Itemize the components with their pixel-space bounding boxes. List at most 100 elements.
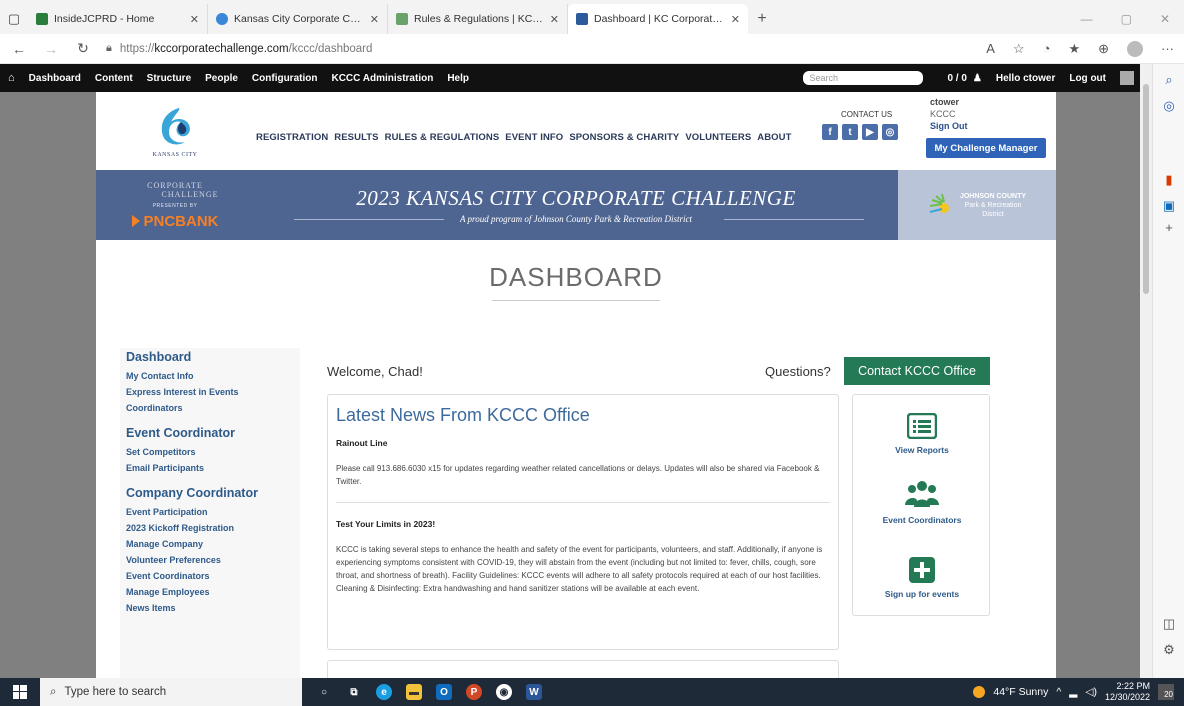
browser-tab-1[interactable]: Kansas City Corporate Challenge ✕ [208, 4, 388, 34]
site-logo[interactable]: KANSAS CITY CORPORATE CHALLENGE PRESENTE… [96, 92, 254, 240]
presented-by: PRESENTED BY [152, 202, 198, 209]
sidebar-item-kickoff-registration[interactable]: 2023 Kickoff Registration [126, 520, 300, 536]
add-app-icon[interactable]: + [1161, 220, 1177, 236]
sidebar-item-event-coordinators[interactable]: Event Coordinators [126, 568, 300, 584]
nav-registration[interactable]: REGISTRATION [256, 132, 328, 143]
admin-search-input[interactable]: Search [803, 71, 924, 85]
sidebar-item-my-contact-info[interactable]: My Contact Info [126, 368, 300, 384]
search-icon[interactable]: ⌕ [1161, 72, 1177, 88]
close-icon[interactable]: ✕ [731, 13, 740, 26]
nav-volunteers[interactable]: VOLUNTEERS [685, 132, 751, 143]
windows-start-icon[interactable] [0, 678, 40, 706]
admin-configuration[interactable]: Configuration [252, 73, 318, 84]
facebook-icon[interactable]: f [822, 124, 838, 140]
contact-kccc-office-button[interactable]: Contact KCCC Office [844, 357, 990, 385]
nav-results[interactable]: RESULTS [334, 132, 378, 143]
scrollbar-thumb[interactable] [1143, 84, 1149, 294]
sidebar-item-express-interest[interactable]: Express Interest in Events [126, 384, 300, 400]
more-icon[interactable]: ··· [1161, 41, 1174, 56]
nav-event-info[interactable]: EVENT INFO [505, 132, 563, 143]
word-icon[interactable]: W [526, 684, 542, 700]
file-explorer-icon[interactable]: ▬ [406, 684, 422, 700]
read-aloud-icon[interactable]: A [986, 41, 995, 56]
jcprd-logo[interactable]: JOHNSON COUNTY Park & Recreation Distric… [898, 170, 1056, 240]
admin-people[interactable]: People [205, 73, 238, 84]
sign-out-link[interactable]: Sign Out [930, 120, 968, 132]
sidebar-item-news-items[interactable]: News Items [126, 600, 300, 616]
tab-title: Dashboard | KC Corporate Challenge [594, 13, 725, 25]
home-icon[interactable]: ⌂ [8, 72, 15, 84]
close-icon[interactable]: ✕ [190, 13, 199, 26]
logo-top: KANSAS CITY [96, 92, 254, 170]
nav-sponsors-charity[interactable]: SPONSORS & CHARITY [569, 132, 679, 143]
sidebar-item-email-participants[interactable]: Email Participants [126, 460, 300, 476]
task-view-icon[interactable]: ⧉ [346, 684, 362, 700]
instagram-icon[interactable]: ◎ [882, 124, 898, 140]
admin-help[interactable]: Help [447, 73, 469, 84]
page-scrollbar[interactable] [1140, 64, 1152, 678]
sidebar-heading-dashboard[interactable]: Dashboard [126, 350, 300, 364]
notifications-icon[interactable]: 20 [1158, 684, 1174, 700]
sidebar-item-event-participation[interactable]: Event Participation [126, 504, 300, 520]
nav-about[interactable]: ABOUT [757, 132, 791, 143]
admin-kccc-administration[interactable]: KCCC Administration [331, 73, 433, 84]
admin-hello-user[interactable]: Hello ctower [996, 73, 1055, 84]
sidebar-item-coordinators[interactable]: Coordinators [126, 400, 300, 416]
edge-icon[interactable]: e [376, 684, 392, 700]
admin-structure[interactable]: Structure [147, 73, 191, 84]
sidebar-item-volunteer-preferences[interactable]: Volunteer Preferences [126, 552, 300, 568]
browser-tab-0[interactable]: InsideJCPRD - Home ✕ [28, 4, 208, 34]
youtube-icon[interactable]: ▶ [862, 124, 878, 140]
admin-logout[interactable]: Log out [1069, 73, 1106, 84]
volume-icon[interactable]: ◁) [1085, 686, 1097, 698]
browser-tab-3[interactable]: Dashboard | KC Corporate Challenge ✕ [568, 4, 748, 34]
profile-avatar[interactable] [1127, 40, 1143, 57]
close-icon[interactable]: ✕ [370, 13, 379, 26]
sidebar-toggle-icon[interactable]: ◫ [1161, 616, 1177, 632]
nav-rules-regulations[interactable]: RULES & REGULATIONS [385, 132, 500, 143]
weather-text[interactable]: 44°F Sunny [993, 686, 1048, 698]
admin-content[interactable]: Content [95, 73, 133, 84]
pnc-logo: PNCBANK [131, 213, 219, 230]
new-tab-button[interactable]: + [748, 4, 776, 34]
maximize-icon[interactable]: ▢ [1121, 12, 1132, 26]
my-challenge-manager-button[interactable]: My Challenge Manager [926, 138, 1046, 158]
favorite-star-icon[interactable]: ☆ [1013, 41, 1025, 57]
close-icon[interactable]: ✕ [550, 13, 559, 26]
admin-user-menu[interactable] [1120, 71, 1134, 85]
sign-up-for-events-action[interactable]: Sign up for events [853, 557, 991, 599]
office-icon[interactable]: ▮ [1161, 172, 1177, 188]
favorites-icon[interactable]: ★ [1068, 41, 1080, 57]
sidebar-item-manage-company[interactable]: Manage Company [126, 536, 300, 552]
twitter-icon[interactable]: t [842, 124, 858, 140]
back-icon[interactable]: ← [10, 41, 28, 57]
cortana-icon[interactable]: ○ [316, 684, 332, 700]
sidebar-item-set-competitors[interactable]: Set Competitors [126, 444, 300, 460]
url-field[interactable]: 🔒︎ https://kccorporatechallenge.com/kccc… [106, 42, 972, 55]
minimize-icon[interactable]: — [1081, 12, 1093, 26]
outlook-icon[interactable]: ▣ [1161, 198, 1177, 214]
sidebar-heading-company-coordinator: Company Coordinator [126, 486, 258, 500]
app-icon[interactable]: ◉ [496, 684, 512, 700]
refresh-icon[interactable]: ↻ [74, 40, 92, 57]
collections-icon[interactable]: ⊕ [1098, 41, 1109, 57]
view-reports-action[interactable]: View Reports [853, 413, 991, 455]
extensions-icon[interactable]: ◔ [1043, 41, 1051, 56]
browser-tab-2[interactable]: Rules & Regulations | KC Corporate ✕ [388, 4, 568, 34]
outlook-icon[interactable]: O [436, 684, 452, 700]
sidebar-item-manage-employees[interactable]: Manage Employees [126, 584, 300, 600]
event-coordinators-action[interactable]: Event Coordinators [853, 479, 991, 525]
chevron-up-icon[interactable]: ^ [1056, 686, 1061, 698]
settings-gear-icon[interactable]: ⚙ [1161, 642, 1177, 658]
jcprd-text: JOHNSON COUNTY Park & Recreation Distric… [960, 192, 1026, 219]
admin-dashboard[interactable]: Dashboard [29, 73, 81, 84]
window-close-icon[interactable]: ✕ [1160, 12, 1170, 26]
tab-actions-icon[interactable]: ▢ [0, 4, 28, 34]
powerpoint-icon[interactable]: P [466, 684, 482, 700]
taskbar-search-input[interactable]: ⌕ Type here to search [40, 678, 302, 706]
clock[interactable]: 2:22 PM 12/30/2022 [1105, 681, 1150, 703]
admin-counts[interactable]: 0 / 0 [947, 73, 966, 84]
network-icon[interactable]: ▂ [1069, 686, 1077, 698]
forward-icon[interactable]: → [42, 41, 60, 57]
copilot-icon[interactable]: ◎ [1161, 98, 1177, 114]
